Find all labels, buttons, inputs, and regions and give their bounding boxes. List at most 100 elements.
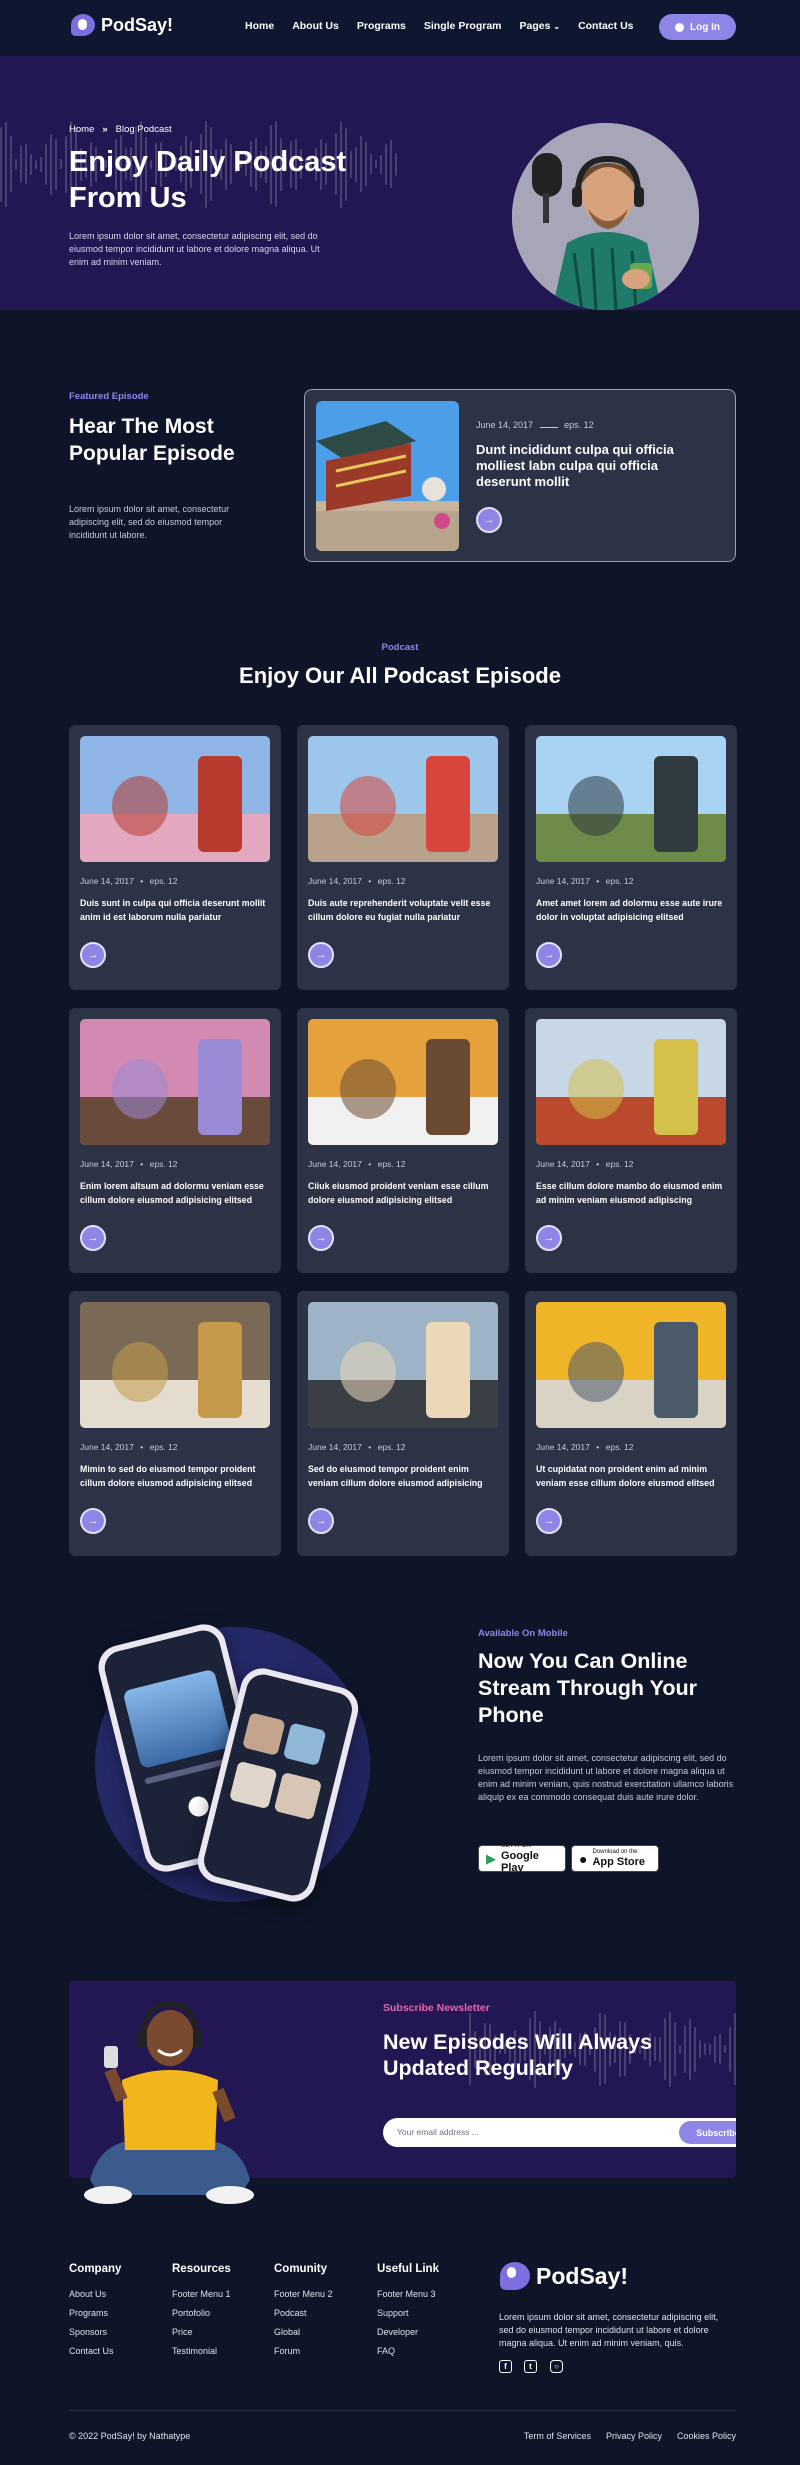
brand-name: PodSay!: [101, 14, 174, 35]
episode-number: eps. 12: [149, 876, 178, 886]
episode-date: June 14, 2017: [308, 876, 362, 886]
episode-card[interactable]: June 14, 2017 • eps. 12 Amet amet lorem a…: [525, 725, 737, 990]
footer-link[interactable]: Footer Menu 3: [377, 2289, 439, 2299]
episodes-eyebrow: Podcast: [381, 642, 419, 653]
hero-description: Lorem ipsum dolor sit amet, consectetur …: [69, 231, 320, 267]
footer-link[interactable]: Footer Menu 2: [274, 2289, 333, 2299]
episode-card[interactable]: June 14, 2017 • eps. 12 Duis sunt in culp…: [69, 725, 281, 990]
play-button[interactable]: →: [80, 1508, 106, 1534]
arrow-right-icon: →: [315, 949, 327, 961]
episode-card[interactable]: June 14, 2017 • eps. 12 Enim lorem altsum…: [69, 1008, 281, 1273]
footer-link[interactable]: About Us: [69, 2289, 121, 2299]
arrow-right-icon: →: [315, 1515, 327, 1527]
episode-card[interactable]: June 14, 2017 • eps. 12 Ciiuk eiusmod pro…: [297, 1008, 509, 1273]
footer-link[interactable]: Sponsors: [69, 2327, 121, 2337]
play-button[interactable]: →: [536, 942, 562, 968]
footer-link[interactable]: Contact Us: [69, 2346, 121, 2356]
twitter-icon[interactable]: t: [524, 2360, 537, 2373]
wave-bar: [45, 143, 47, 185]
footer-heading: Comunity: [274, 2263, 328, 2275]
email-field[interactable]: Your email address ... Subscribe: [383, 2118, 736, 2147]
featured-description: Lorem ipsum dolor sit amet, consectetur …: [69, 504, 230, 540]
legal-terms[interactable]: Term of Services: [524, 2431, 591, 2441]
episode-title: Sed do eiusmod tempor proident enim veni…: [308, 1464, 483, 1488]
episode-card[interactable]: June 14, 2017 • eps. 12 Ut cupidatat non …: [525, 1291, 737, 1556]
arrow-right-icon: →: [543, 1232, 555, 1244]
facebook-icon[interactable]: f: [499, 2360, 512, 2373]
episode-card[interactable]: June 14, 2017 • eps. 12 Mimin to sed do e…: [69, 1291, 281, 1556]
featured-card-title: Dunt incididunt culpa qui officia mollie…: [476, 442, 674, 489]
featured-date: June 14, 2017: [476, 420, 534, 430]
footer-link[interactable]: Global: [274, 2327, 333, 2337]
episode-image: [80, 1019, 270, 1145]
app-store-button[interactable]: ● Download on the App Store: [571, 1845, 659, 1872]
nav-contact[interactable]: Contact Us: [578, 20, 633, 32]
wave-bar: [65, 135, 67, 193]
apple-icon: ●: [579, 1850, 588, 1867]
wave-bar: [25, 144, 27, 184]
login-label: Log In: [690, 21, 720, 33]
nav-pages[interactable]: Pages ⌄: [520, 20, 561, 32]
episode-card[interactable]: June 14, 2017 • eps. 12 Esse cillum dolor…: [525, 1008, 737, 1273]
play-button[interactable]: →: [308, 942, 334, 968]
play-button[interactable]: →: [80, 942, 106, 968]
play-button[interactable]: →: [308, 1225, 334, 1251]
google-play-button[interactable]: ▶ GET IT ON Google Play: [478, 1843, 566, 1874]
login-button[interactable]: Log In: [659, 14, 736, 40]
episode-image: [536, 736, 726, 862]
legal-privacy[interactable]: Privacy Policy: [606, 2431, 662, 2441]
footer-link[interactable]: Price: [172, 2327, 231, 2337]
play-button[interactable]: →: [308, 1508, 334, 1534]
footer-link[interactable]: Footer Menu 1: [172, 2289, 231, 2299]
nav-home[interactable]: Home: [245, 20, 274, 32]
play-button[interactable]: →: [536, 1225, 562, 1251]
footer-link[interactable]: Portofolio: [172, 2308, 231, 2318]
meta-dot: •: [368, 1159, 372, 1169]
footer-col-comunity: Comunity Footer Menu 2 Podcast Global Fo…: [274, 2263, 333, 2365]
footer-logo[interactable]: PodSay!: [500, 2262, 628, 2290]
meta-dot: •: [596, 876, 600, 886]
episode-title: Ciiuk eiusmod proident veniam esse cillu…: [308, 1181, 489, 1205]
featured-title: Hear The Most Popular Episode: [69, 415, 235, 465]
footer-col-useful: Useful Link Footer Menu 3 Support Develo…: [377, 2263, 439, 2365]
instagram-icon[interactable]: ○: [550, 2360, 563, 2373]
wave-bar: [729, 2026, 731, 2072]
footer-link[interactable]: Testimonial: [172, 2346, 231, 2356]
legal-links: Term of Services Privacy Policy Cookies …: [524, 2431, 736, 2441]
footer-link[interactable]: Programs: [69, 2308, 121, 2318]
footer-description: Lorem ipsum dolor sit amet, consectetur …: [499, 2312, 719, 2348]
wave-bar: [395, 152, 397, 176]
footer-link[interactable]: FAQ: [377, 2346, 439, 2356]
episode-card[interactable]: June 14, 2017 • eps. 12 Sed do eiusmod te…: [297, 1291, 509, 1556]
brand-logo[interactable]: PodSay!: [71, 14, 173, 36]
nav-programs[interactable]: Programs: [357, 20, 406, 32]
play-button[interactable]: →: [476, 507, 502, 533]
wave-bar: [50, 133, 52, 195]
nav-about[interactable]: About Us: [292, 20, 339, 32]
breadcrumb: Home » Blog Podcast: [69, 124, 172, 135]
page-title: Enjoy Daily Podcast From Us: [69, 146, 347, 214]
wave-bar: [55, 138, 57, 190]
episode-image: [308, 1019, 498, 1145]
footer-heading: Resources: [172, 2263, 231, 2275]
nav-single-program[interactable]: Single Program: [424, 20, 502, 32]
footer-link[interactable]: Podcast: [274, 2308, 333, 2318]
footer-link[interactable]: Support: [377, 2308, 439, 2318]
episode-number: eps. 12: [605, 1442, 634, 1452]
featured-episode-card[interactable]: June 14, 2017 eps. 12 Dunt incididunt cu…: [304, 389, 736, 562]
footer-link[interactable]: Forum: [274, 2346, 333, 2356]
breadcrumb-home[interactable]: Home: [69, 124, 94, 135]
meta-dot: •: [368, 876, 372, 886]
episode-card[interactable]: June 14, 2017 • eps. 12 Duis aute reprehe…: [297, 725, 509, 990]
episode-number: eps. 12: [377, 1159, 406, 1169]
arrow-right-icon: →: [543, 1515, 555, 1527]
footer-link[interactable]: Developer: [377, 2327, 439, 2337]
wave-bar: [724, 2045, 726, 2053]
subscribe-button[interactable]: Subscribe: [679, 2121, 736, 2144]
episode-meta: June 14, 2017 • eps. 12: [80, 1442, 178, 1452]
play-button[interactable]: →: [80, 1225, 106, 1251]
play-button[interactable]: →: [536, 1508, 562, 1534]
episode-title: Esse cillum dolore mambo do eiusmod enim…: [536, 1181, 723, 1205]
episode-image: [536, 1019, 726, 1145]
legal-cookies[interactable]: Cookies Policy: [677, 2431, 736, 2441]
